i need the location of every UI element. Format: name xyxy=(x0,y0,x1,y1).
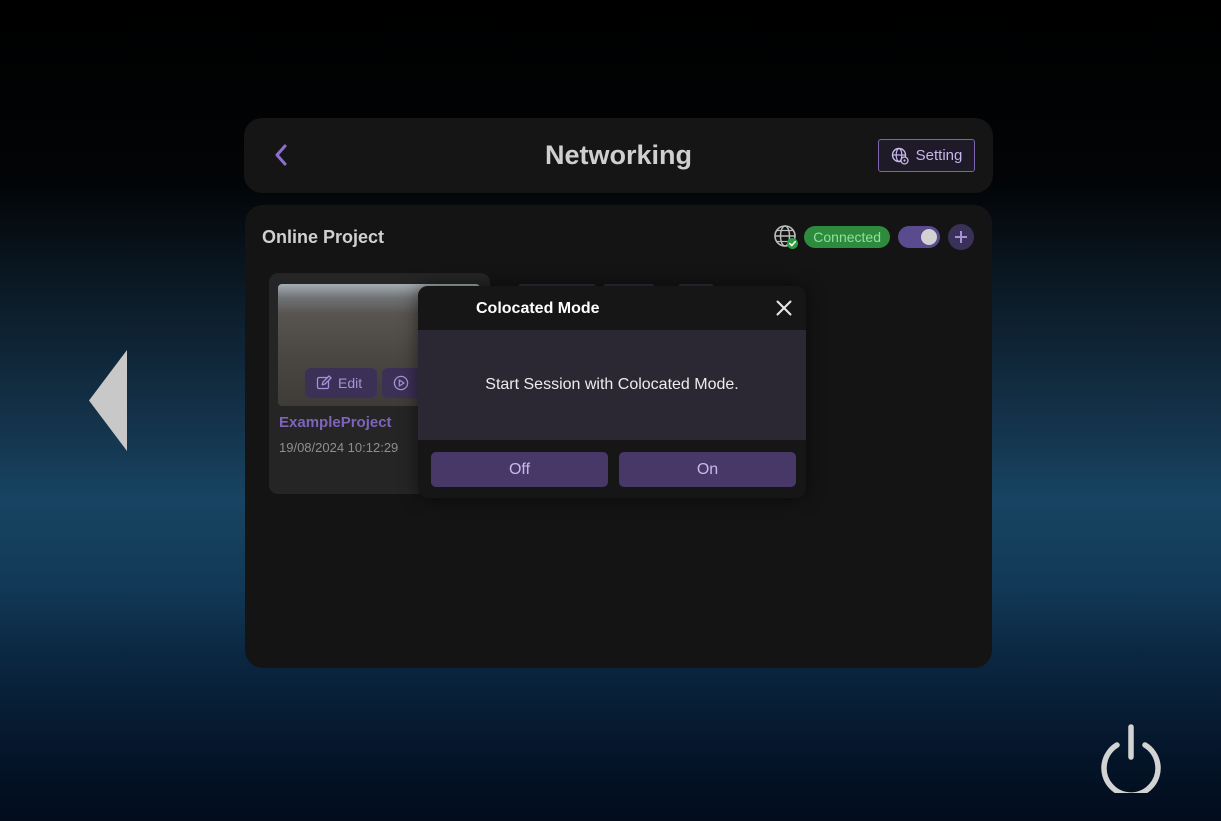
section-title: Online Project xyxy=(262,227,385,247)
close-button[interactable] xyxy=(774,298,794,318)
dialog-header: Colocated Mode xyxy=(418,286,806,330)
globe-check-icon xyxy=(773,224,799,250)
setting-label: Setting xyxy=(915,147,963,164)
header-bar: Networking Setting xyxy=(244,118,993,193)
triangle-left-icon xyxy=(89,350,127,451)
on-button[interactable]: On xyxy=(619,452,796,487)
close-icon xyxy=(776,300,792,316)
project-name: ExampleProject xyxy=(279,414,392,431)
connection-status-row: Connected xyxy=(773,224,974,250)
project-date: 19/08/2024 10:12:29 xyxy=(279,440,399,455)
power-button[interactable] xyxy=(1099,723,1163,798)
add-project-button[interactable] xyxy=(948,224,974,250)
edit-icon xyxy=(316,375,332,390)
dialog-body: Start Session with Colocated Mode. xyxy=(418,330,806,440)
globe-settings-icon xyxy=(891,147,909,165)
dialog-message: Start Session with Colocated Mode. xyxy=(485,376,739,393)
previous-page-button[interactable] xyxy=(88,349,128,452)
play-circle-icon xyxy=(393,375,409,391)
edit-button[interactable]: Edit xyxy=(305,368,377,398)
colocated-mode-dialog: Colocated Mode Start Session with Coloca… xyxy=(418,286,806,498)
dialog-title: Colocated Mode xyxy=(476,300,600,317)
edit-label: Edit xyxy=(338,375,363,391)
toggle-knob xyxy=(921,229,937,245)
off-button[interactable]: Off xyxy=(431,452,608,487)
plus-icon xyxy=(955,231,967,243)
power-icon xyxy=(1101,724,1161,798)
connection-toggle[interactable] xyxy=(898,226,940,248)
setting-button[interactable]: Setting xyxy=(878,139,975,172)
status-badge: Connected xyxy=(804,226,890,248)
